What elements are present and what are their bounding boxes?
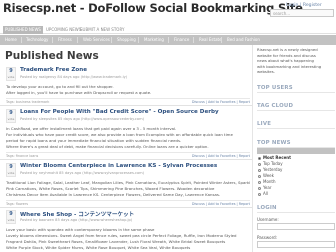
top-news-option-most-recent[interactable]: Most Recent — [258, 155, 291, 160]
tab-published-news[interactable]: PUBLISHED NEWS — [3, 26, 43, 34]
category-shopping[interactable]: Shopping — [117, 35, 136, 45]
category-nav: Home Technology Fitness Web Services Sho… — [0, 35, 336, 45]
category-finance[interactable]: Finance — [174, 35, 189, 45]
top-news-option-yesterday[interactable]: Yesterday — [258, 167, 282, 172]
vote-count: 9 — [9, 211, 13, 217]
top-news-option-week[interactable]: Week — [258, 173, 274, 178]
story-title-link[interactable]: Trademark Free Zone — [20, 67, 87, 73]
story-body: Traditional Lion Foliage, Salal, Leather… — [6, 180, 250, 198]
story-body-line: Where there's a great deal of debt, make… — [6, 144, 209, 149]
vote-box[interactable]: 9 vote — [6, 67, 16, 81]
page-title: Published News — [5, 50, 99, 62]
story-body-line: After logged in, you'll have to purchase… — [6, 90, 152, 95]
story-footer: Tags: finance loans Discuss | Add to Fav… — [6, 152, 250, 158]
site-header: Risecsp.net - DoFollow Social Bookmarkin… — [0, 0, 336, 26]
story-title-link[interactable]: Where She Shop - コンテンツマーケット — [20, 210, 134, 218]
story-meta: Posted by sleepsites 85 days ago (http:/… — [20, 117, 144, 121]
top-news-bar — [257, 148, 335, 154]
story-meta: Posted by roalgensy 84 days ago (http://… — [20, 75, 128, 79]
primary-nav: PUBLISHED NEWS UPCOMING NEWS SUBMIT A NE… — [0, 26, 336, 34]
sidebar: Risecsp.net is a newly designed website … — [252, 45, 336, 252]
divider — [0, 159, 252, 160]
vote-count: 9 — [9, 68, 13, 74]
story-body: To develop your account, go to and fill … — [6, 84, 250, 96]
divider — [0, 207, 252, 208]
radio-icon — [258, 162, 261, 166]
category-bed-fashion[interactable]: Bed and Fashion — [227, 35, 260, 45]
top-news-option-all[interactable]: All — [258, 191, 268, 196]
story-body: In CashRoad, we offer installment loans … — [6, 126, 250, 150]
category-marketing[interactable]: Marketing — [144, 35, 164, 45]
top-news-heading: TOP NEWS — [257, 140, 335, 148]
top-news-option-today[interactable]: Top Today — [258, 161, 283, 166]
story-footer: Tags: business trademark Discuss | Add t… — [6, 98, 250, 104]
sidebar-intro: Risecsp.net is a newly designed website … — [257, 47, 335, 75]
radio-icon — [258, 180, 261, 184]
category-home[interactable]: Home — [5, 35, 17, 45]
radio-icon — [258, 192, 261, 196]
top-users-heading: TOP USERS — [257, 85, 335, 93]
story-meta: Posted by baonzen 85 days ago (http://ww… — [20, 218, 133, 222]
vote-box[interactable]: 9 vote — [6, 109, 16, 123]
story-title-link[interactable]: Winter Blooms Centerpiece in Lawrence KS… — [20, 163, 217, 169]
top-news-option-month[interactable]: Month — [258, 179, 276, 184]
story-meta: Posted by neyhmohlt 85 days ago (http://… — [20, 171, 145, 175]
vote-label: vote — [7, 75, 15, 79]
top-news-option-year[interactable]: Year — [258, 185, 271, 190]
radio-icon — [258, 174, 261, 178]
category-web-services[interactable]: Web Services — [83, 35, 110, 45]
story-body-line: White Purple Stock, White Spider Mums, W… — [6, 245, 191, 250]
password-label: Password: — [257, 235, 278, 240]
tag-cloud-heading: TAG CLOUD — [257, 103, 335, 111]
category-technology[interactable]: Technology — [26, 35, 48, 45]
live-heading: LIVE — [257, 121, 335, 129]
category-real-estate[interactable]: Real Estate — [199, 35, 222, 45]
login-register-link[interactable]: Login | Register — [286, 3, 322, 8]
story-title-link[interactable]: Loans For People With "Bad Credit Score"… — [20, 109, 219, 115]
vote-box[interactable]: 9 vote — [6, 163, 16, 177]
radio-icon — [258, 156, 261, 160]
category-fitness[interactable]: Fitness — [58, 35, 72, 45]
login-heading: LOGIN — [257, 205, 335, 213]
site-title[interactable]: Risecsp.net - DoFollow Social Bookmarkin… — [3, 1, 303, 15]
radio-icon — [258, 186, 261, 190]
tab-upcoming-news[interactable]: UPCOMING NEWS — [46, 27, 81, 32]
vote-label: vote — [7, 218, 15, 222]
divider — [0, 105, 252, 106]
radio-icon — [258, 168, 261, 172]
search-input[interactable]: search... — [270, 9, 334, 17]
story-footer: Tags: flowers Discuss | Add to Favorites… — [6, 200, 250, 206]
story-body: Love your basic with spandex with contem… — [6, 227, 250, 251]
main-content: Published News 9 vote Trademark Free Zon… — [0, 45, 252, 252]
password-field[interactable] — [257, 241, 335, 248]
username-label: Username: — [257, 217, 279, 222]
sidebar-intro-line: websites. — [257, 69, 275, 75]
vote-count: 9 — [9, 164, 13, 170]
vote-box[interactable]: 9 vote — [6, 210, 16, 224]
story-body-line: Christmas Decor Item Available In Lawren… — [6, 192, 221, 197]
vote-label: vote — [7, 117, 15, 121]
tab-submit-story[interactable]: SUBMIT A NEW STORY — [80, 27, 124, 32]
username-field[interactable] — [257, 223, 335, 230]
vote-count: 9 — [9, 110, 13, 116]
vote-label: vote — [7, 171, 15, 175]
